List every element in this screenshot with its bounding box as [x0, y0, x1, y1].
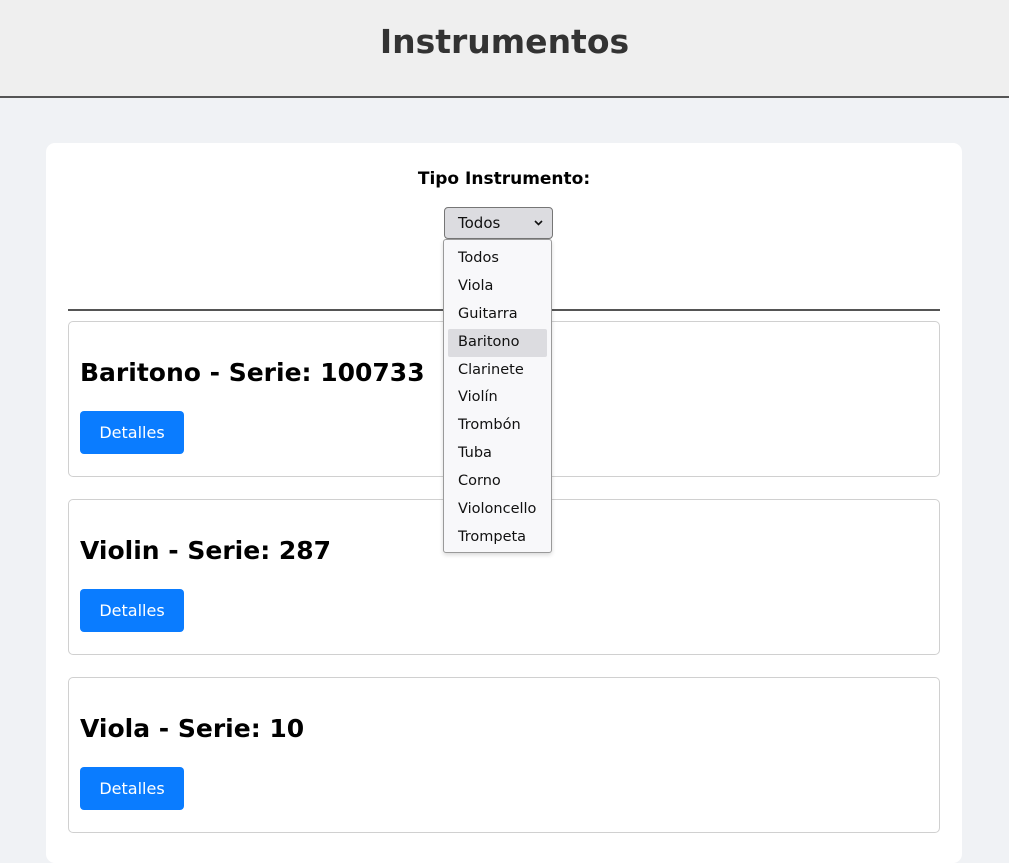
dropdown-option-clarinete[interactable]: Clarinete: [448, 357, 547, 385]
details-button[interactable]: Detalles: [80, 589, 184, 632]
select-value: Todos: [458, 214, 501, 232]
dropdown-option-baritono[interactable]: Baritono: [448, 328, 547, 357]
dropdown-option-viola[interactable]: Viola: [448, 273, 547, 301]
filter-label: Tipo Instrumento:: [417, 169, 591, 189]
instrument-title: Violin - Serie: 287: [80, 536, 332, 565]
dropdown-option-tuba[interactable]: Tuba: [448, 440, 547, 468]
details-button[interactable]: Detalles: [80, 767, 184, 810]
dropdown-option-todos[interactable]: Todos: [448, 245, 547, 273]
dropdown-option-violoncello[interactable]: Violoncello: [448, 496, 547, 524]
dropdown-option-guitarra[interactable]: Guitarra: [448, 301, 547, 329]
page-title: Instrumentos: [379, 21, 630, 61]
dropdown-option-violin[interactable]: Violín: [448, 384, 547, 412]
page-header: Instrumentos: [0, 0, 1009, 98]
dropdown-option-trombon[interactable]: Trombón: [448, 412, 547, 440]
instrument-type-dropdown[interactable]: Todos Viola Guitarra Baritono Clarinete …: [443, 239, 552, 553]
instrument-type-select[interactable]: Todos: [444, 207, 553, 239]
dropdown-option-corno[interactable]: Corno: [448, 468, 547, 496]
dropdown-option-trompeta[interactable]: Trompeta: [448, 524, 547, 552]
instrument-title: Viola - Serie: 10: [80, 714, 305, 743]
instrument-card: Viola - Serie: 10 Detalles: [68, 677, 940, 833]
details-button[interactable]: Detalles: [80, 411, 184, 454]
instrument-title: Baritono - Serie: 100733: [80, 358, 425, 387]
